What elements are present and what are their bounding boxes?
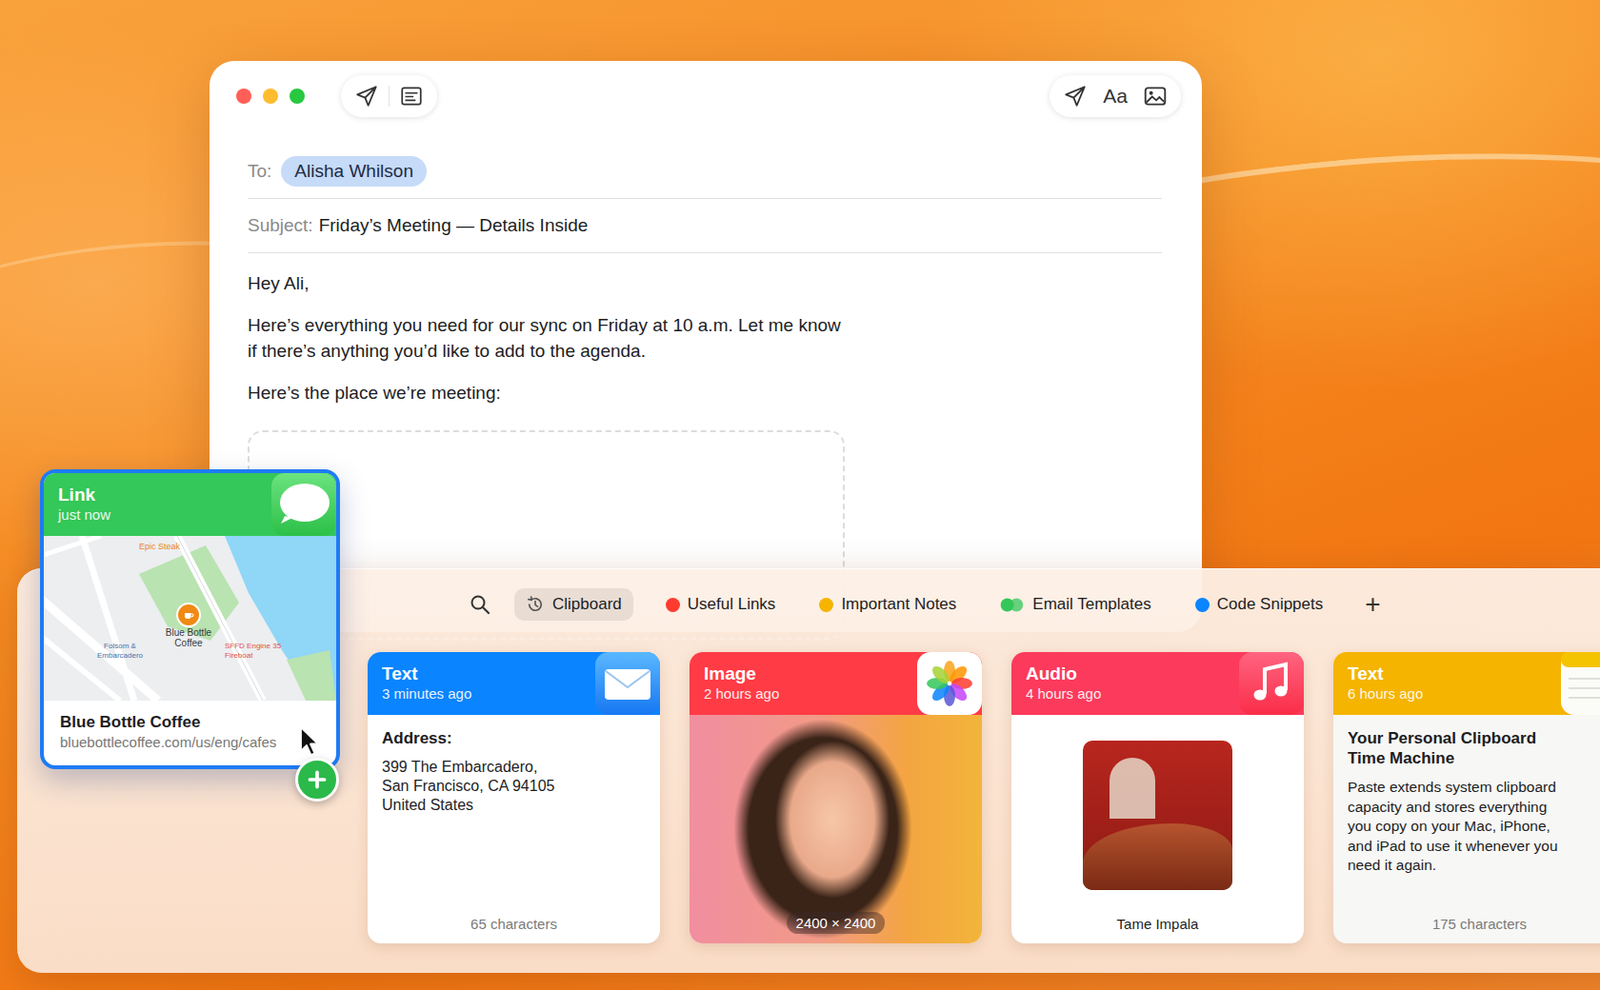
subject-label: Subject: — [247, 215, 314, 237]
card-text: Paste extends system clipboardcapacity a… — [1347, 778, 1600, 877]
card-time: 3 minutes ago — [381, 684, 581, 703]
map-label: SFFD Engine 35 Fireboat — [224, 641, 282, 661]
character-count: 65 characters — [381, 916, 646, 933]
body-paragraph: Here’s the place we’re meeting: — [247, 380, 1162, 406]
photo-preview: 2400 × 2400 — [689, 715, 982, 944]
to-label: To: — [247, 160, 272, 182]
body-line: Here’s the place we’re meeting: — [247, 380, 1162, 406]
app-tile — [917, 652, 982, 716]
card-time: 6 hours ago — [1347, 684, 1547, 703]
pinboard-tab[interactable]: Important Notes — [807, 588, 968, 621]
card-time: 2 hours ago — [703, 684, 903, 703]
toolbar: Aa — [209, 60, 1202, 119]
link-details: Blue Bottle Coffeebluebottlecoffee.com/u… — [43, 700, 337, 766]
to-field[interactable]: To: Alisha Whilson — [247, 144, 1162, 200]
copy-plus-icon — [295, 758, 340, 802]
body-line: if there’s anything you’d like to add to… — [247, 338, 1162, 364]
card-type: Image — [703, 662, 903, 685]
tab-label: Important Notes — [840, 595, 957, 615]
app-tile — [1560, 652, 1600, 716]
toolbar-group — [340, 75, 438, 118]
desktop: Aa To: Alisha Whilson Subject:Friday’s Meet… — [0, 0, 1600, 990]
minimize-button[interactable] — [262, 88, 279, 104]
format-button[interactable]: Aa — [1102, 84, 1128, 108]
tab-label: Useful Links — [687, 595, 777, 615]
track-artist: Tame Impala — [1117, 916, 1200, 933]
link-title: Blue Bottle Coffee — [60, 712, 321, 734]
photos-app-icon — [917, 652, 982, 716]
body-line: Here’s everything you need for our sync … — [247, 312, 1162, 339]
card-header: Image2 hours ago — [689, 652, 982, 716]
body-line: Hey Ali, — [247, 270, 1162, 297]
card-type: Link — [58, 483, 258, 506]
link-url: bluebottlecoffee.com/us/eng/cafes — [60, 733, 321, 753]
close-button[interactable] — [236, 88, 252, 104]
tab-label: Code Snippets — [1217, 595, 1324, 615]
music-app-icon — [1239, 652, 1304, 716]
image-size-badge: 2400 × 2400 — [786, 912, 886, 935]
card-content: Tame Impala — [1011, 715, 1304, 944]
pinboard-tab[interactable]: Code Snippets — [1183, 588, 1336, 621]
pointer-cursor-icon — [299, 725, 322, 759]
map-label: Folsom & Embarcadero — [91, 641, 149, 661]
app-tile — [1239, 652, 1304, 716]
send-icon[interactable] — [1062, 83, 1088, 109]
subject-field[interactable]: Subject:Friday’s Meeting — Details Insid… — [247, 199, 1162, 254]
clipboard-card[interactable]: Text6 hours agoYour Personal ClipboardTi… — [1333, 652, 1600, 944]
zoom-button[interactable] — [289, 88, 305, 104]
toolbar-group: Aa — [1049, 75, 1181, 118]
card-text: 399 The Embarcadero,San Francisco, CA 94… — [381, 758, 646, 816]
map-preview: Epic Steak Blue Bottle CoffeeFolsom & Emb… — [43, 536, 337, 701]
card-header: Linkjust now — [43, 473, 337, 537]
card-type: Text — [1347, 662, 1547, 685]
clipboard-card[interactable]: Text3 minutes ago Address: 399 The Embarca… — [367, 652, 660, 944]
card-type: Text — [381, 662, 581, 685]
card-heading: Address: — [381, 728, 646, 749]
card-time: 4 hours ago — [1025, 684, 1225, 703]
dragged-link-card[interactable]: Linkjust now Epic Steak Blue Bottle Coffee… — [40, 469, 340, 770]
card-header: Audio4 hours ago — [1011, 652, 1304, 716]
pinboard-dot-icon — [1195, 598, 1210, 613]
album-cover — [1082, 740, 1233, 891]
card-content: Address: 399 The Embarcadero,San Francisc… — [367, 715, 660, 944]
history-icon — [525, 595, 545, 615]
search-icon[interactable] — [468, 593, 492, 617]
card-header: Text6 hours ago — [1333, 652, 1600, 716]
app-tile — [595, 652, 660, 716]
pinboard-tab[interactable]: Useful Links — [654, 588, 788, 621]
pinboard-dot-icon — [665, 598, 680, 613]
notes-app-icon — [1560, 652, 1600, 716]
cafe-pin-icon[interactable] — [176, 602, 201, 628]
card-type: Audio — [1025, 662, 1225, 685]
pinboard-dot-icon — [819, 598, 834, 613]
app-tile — [271, 473, 337, 537]
tab-label: Email Templates — [1032, 595, 1151, 615]
tab-label: Clipboard — [552, 595, 622, 615]
clipboard-card[interactable]: Image2 hours ago 2400 × 2400 — [689, 652, 982, 944]
photo-icon[interactable] — [1142, 83, 1168, 109]
send-icon[interactable] — [354, 83, 380, 109]
compose-area: To: Alisha Whilson Subject:Friday’s Meetin… — [209, 118, 1202, 640]
body-paragraph: Here’s everything you need for our sync … — [247, 312, 1162, 364]
body-paragraph: Hey Ali, — [247, 270, 1162, 297]
card-header: Text3 minutes ago — [367, 652, 660, 716]
add-pinboard-button[interactable]: + — [1364, 591, 1380, 619]
pinboard-tab[interactable]: Email Templates — [988, 588, 1162, 621]
subject-text: Friday’s Meeting — Details Inside — [319, 215, 589, 237]
clipboard-card[interactable]: Audio4 hours ago Tame Impala — [1011, 652, 1304, 944]
mail-window[interactable]: Aa To: Alisha Whilson Subject:Friday’s Meet… — [209, 60, 1202, 633]
window-controls — [236, 88, 305, 104]
shared-dot-icon — [1000, 598, 1025, 613]
pinboard-tab[interactable]: Clipboard — [514, 588, 634, 621]
mail-app-icon — [595, 652, 660, 716]
map-label: Blue Bottle Coffee — [150, 627, 227, 649]
recipient-token[interactable]: Alisha Whilson — [280, 156, 427, 187]
header-fields-icon[interactable] — [399, 83, 424, 109]
card-content: Your Personal ClipboardTime Machine Paste… — [1333, 715, 1600, 944]
card-heading: Your Personal ClipboardTime Machine — [1347, 728, 1600, 769]
messages-app-icon — [271, 473, 337, 537]
character-count: 175 characters — [1347, 916, 1600, 933]
map-label: Epic Steak — [139, 541, 180, 552]
card-time: just now — [58, 505, 258, 524]
